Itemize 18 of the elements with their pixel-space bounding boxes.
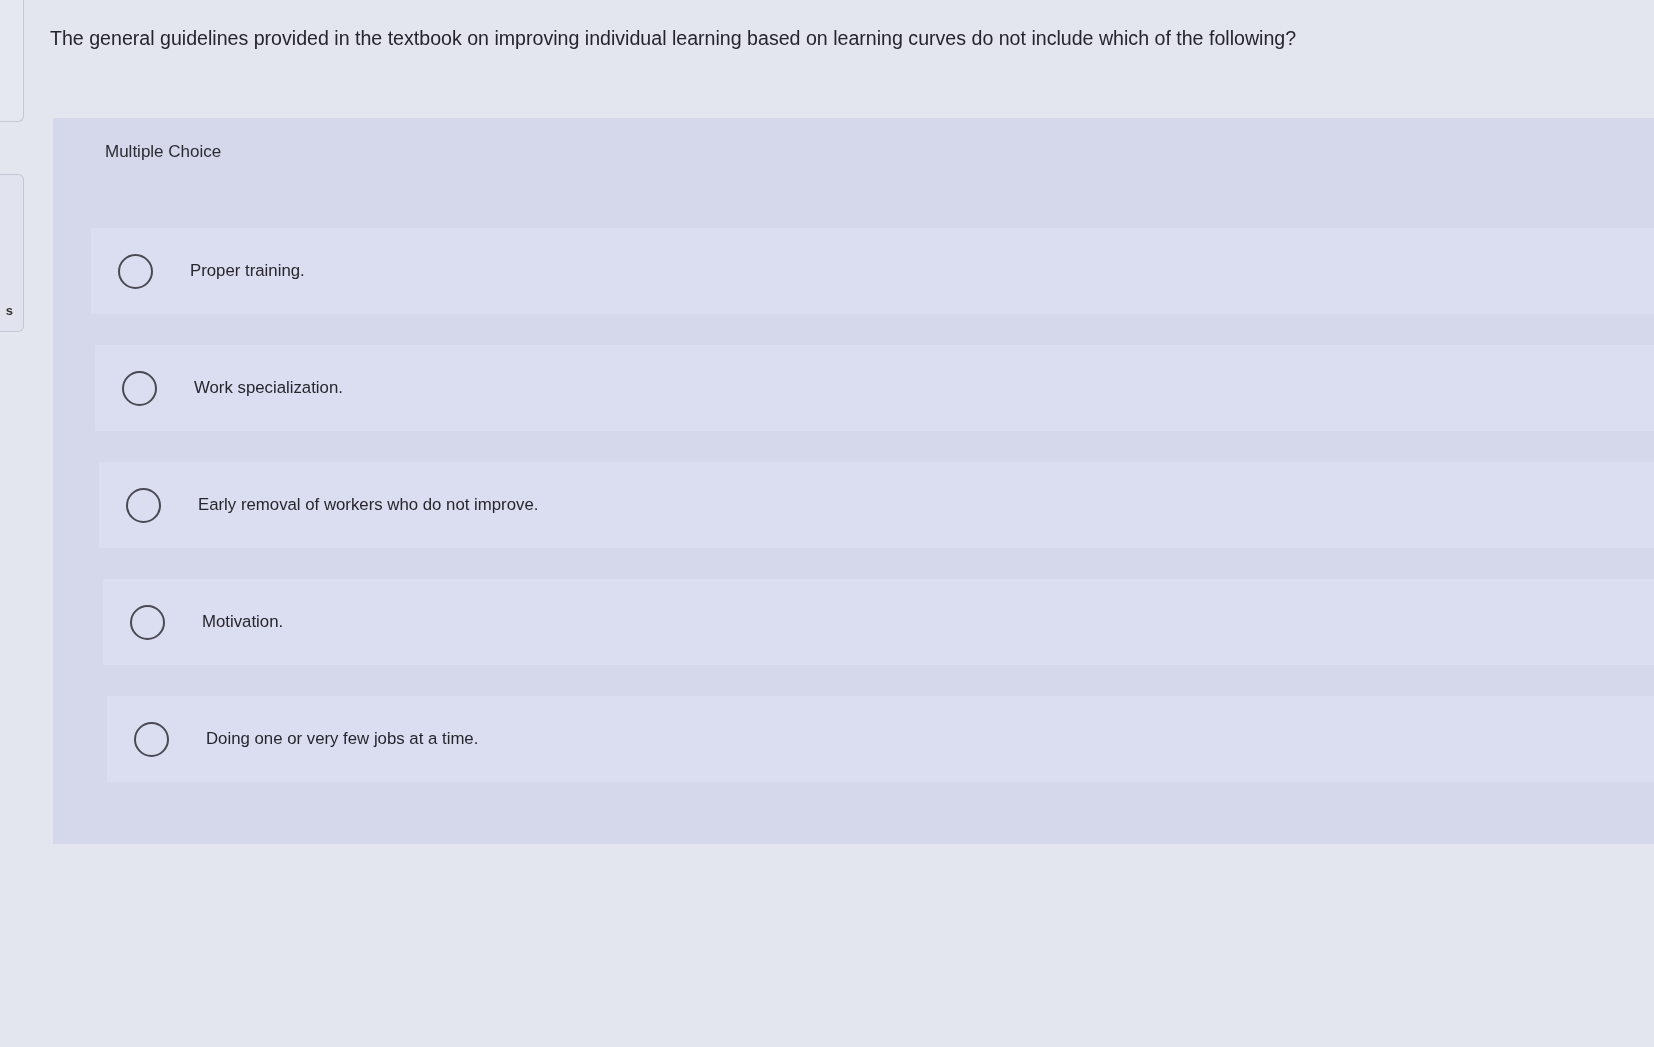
- radio-button[interactable]: [118, 253, 153, 289]
- option-label[interactable]: Doing one or very few jobs at a time.: [206, 728, 479, 750]
- radio-button[interactable]: [126, 487, 161, 523]
- radio-button[interactable]: [130, 604, 165, 640]
- option-label[interactable]: Early removal of workers who do not improve.: [198, 494, 539, 516]
- question-text: The general guidelines provided in the textbook on improving individual learning based on learning curves do not include which of the following?: [50, 26, 1297, 51]
- answer-option[interactable]: Early removal of workers who do not improve.: [99, 462, 1654, 548]
- option-label[interactable]: Work specialization.: [194, 377, 343, 399]
- radio-button[interactable]: [122, 370, 157, 406]
- answer-option[interactable]: Proper training.: [91, 228, 1654, 314]
- question-type-label: Multiple Choice: [105, 141, 222, 163]
- answer-option[interactable]: Doing one or very few jobs at a time.: [107, 696, 1654, 782]
- answer-option[interactable]: Motivation.: [103, 579, 1654, 665]
- radio-button[interactable]: [134, 721, 169, 757]
- cut-off-label: s: [5, 304, 13, 317]
- option-label[interactable]: Proper training.: [190, 260, 305, 282]
- option-label[interactable]: Motivation.: [202, 611, 284, 633]
- answer-option[interactable]: Work specialization.: [95, 345, 1654, 431]
